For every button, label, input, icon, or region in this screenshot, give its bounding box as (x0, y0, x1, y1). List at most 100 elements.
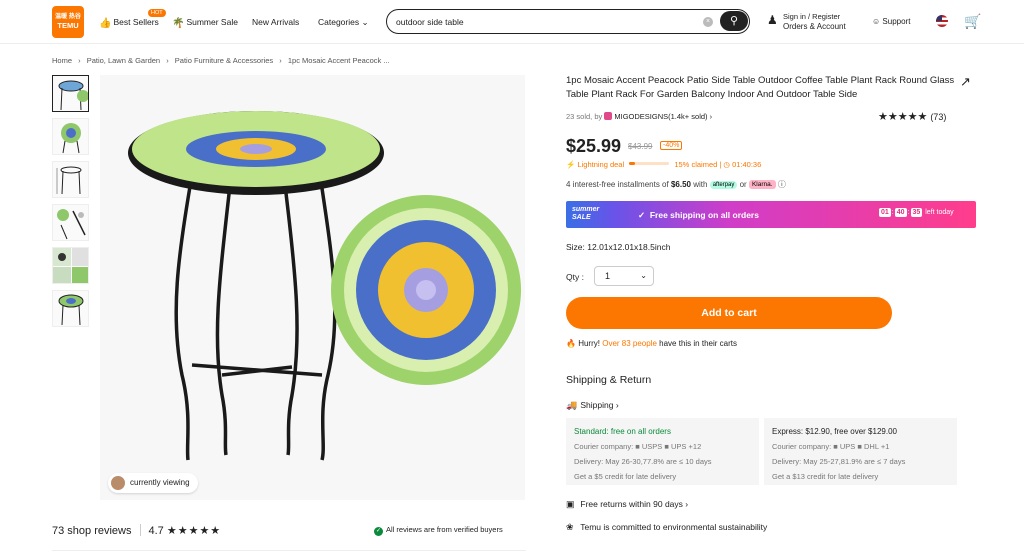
original-price: $43.99 (628, 142, 653, 151)
leaf-icon: ❀ (566, 522, 574, 532)
thumbnail-6[interactable] (52, 290, 89, 327)
current-price: $25.99 (566, 136, 622, 156)
user-icon: ♟ (767, 13, 778, 27)
verified-label: All reviews are from verified buyers (386, 525, 503, 534)
breadcrumb-patio-furniture[interactable]: Patio Furniture & Accessories (175, 56, 273, 65)
shipping-link[interactable]: 🚚 Shipping › (566, 400, 619, 411)
summer-sale-banner: summer SALE ✓ Free shipping on all order… (566, 201, 976, 228)
breadcrumb-home[interactable]: Home (52, 56, 72, 65)
lightning-deal-label: Lightning deal (577, 160, 625, 169)
support-link[interactable]: ☺ Support (872, 17, 910, 26)
lightning-deal: ⚡ Lightning deal 15% claimed | ◷ 01:40:3… (566, 160, 762, 169)
nav-best-sellers[interactable]: 👍 Best Sellers (99, 17, 159, 29)
afterpay-badge[interactable]: afterpay (709, 181, 738, 189)
qty-label: Qty : (566, 272, 584, 282)
avatar (111, 476, 125, 490)
claimed-progress-bar (629, 162, 670, 165)
installments: 4 interest-free installments of $6.50 wi… (566, 179, 786, 190)
rating-stars-icon: ★★★★★ (878, 111, 928, 123)
verified-reviews-note: ✓ All reviews are from verified buyers (374, 525, 503, 536)
support-icon: ☺ (872, 17, 881, 26)
thumbnail-3[interactable] (52, 161, 89, 198)
standard-delivery: Delivery: May 26-30,77.8% are ≤ 10 days (574, 457, 712, 466)
shop-rating-value: 4.7 (148, 525, 164, 537)
main-product-image[interactable] (100, 75, 525, 500)
logo-line1: 温暖 热谷 (55, 14, 81, 20)
claimed-label: 15% claimed (674, 160, 718, 169)
cart-icon[interactable]: 🛒 (964, 13, 981, 30)
thumbnail-1[interactable] (52, 75, 89, 112)
nav-new-arrivals-label: New Arrivals (252, 17, 300, 27)
shop-reviews-count[interactable]: 73 shop reviews (52, 525, 132, 537)
currently-viewing-label: currently viewing (130, 478, 190, 487)
thumbnail-assembly-image (57, 209, 86, 240)
breadcrumb: Home › Patio, Lawn & Garden › Patio Furn… (52, 56, 394, 65)
clock-icon: ◷ (723, 160, 730, 169)
claimed-progress-fill (629, 162, 636, 165)
nav-categories-label: Categories (318, 17, 360, 27)
thumbnail-4[interactable] (52, 204, 89, 241)
countdown-minutes: 40 (894, 208, 907, 217)
discount-badge: -40% (660, 141, 683, 150)
installment-amount: $6.50 (670, 180, 691, 189)
thumbnail-5[interactable] (52, 247, 89, 284)
rating-count: (73) (930, 112, 947, 122)
nav-categories[interactable]: Categories ⌄ (318, 17, 369, 28)
shop-reviews-summary: 73 shop reviews 4.7 ★★★★★ (52, 524, 221, 537)
breadcrumb-current: 1pc Mosaic Accent Peacock ... (287, 56, 390, 65)
search-button[interactable]: ⚲ (720, 11, 748, 31)
chevron-down-icon: ⌄ (640, 271, 647, 280)
standard-courier: Courier company: ■ USPS ■ UPS +12 (574, 442, 702, 451)
hurry-suffix: have this in their carts (659, 339, 737, 348)
thumbs-up-icon: 👍 (99, 18, 112, 29)
product-table-illustration (128, 111, 521, 461)
info-icon[interactable]: ⓘ (778, 180, 786, 189)
thumbnail-2[interactable] (52, 118, 89, 155)
logo-line2: TEMU (57, 21, 79, 30)
nav-new-arrivals[interactable]: New Arrivals (252, 17, 299, 27)
express-shipping-card: Express: $12.90, free over $129.00 Couri… (764, 418, 957, 485)
quantity-select[interactable]: 1 ⌄ (594, 266, 654, 286)
lightning-icon: ⚡ (566, 160, 576, 169)
clear-search-icon[interactable]: × (703, 17, 713, 27)
klarna-badge[interactable]: Klarna. (748, 180, 776, 189)
free-returns-label: Free returns within 90 days › (580, 499, 689, 509)
countdown-seconds: 35 (910, 208, 923, 217)
installments-with: with (693, 180, 708, 189)
account-menu[interactable]: ♟ Sign in / Register Orders & Account (767, 12, 846, 32)
rating-stars-icon: ★★★★★ (166, 525, 222, 537)
breadcrumb-separator: › (78, 56, 81, 65)
shop-icon (604, 112, 613, 120)
installments-prefix: 4 interest-free installments of (566, 180, 669, 189)
truck-icon: 🚚 (566, 400, 578, 410)
summer-sale-line1: summer (572, 206, 600, 213)
chevron-right-icon: › (709, 112, 713, 121)
free-returns-link[interactable]: ▣ Free returns within 90 days › (566, 499, 688, 510)
thumbnail-lifestyle-image (58, 294, 84, 326)
site-header: 温暖 热谷 TEMU 👍 Best Sellers HOT 🌴 Summer Sal… (0, 0, 1024, 44)
share-icon[interactable]: ↗ (960, 74, 971, 90)
shop-name-link[interactable]: MIGODESIGNS(1.4k+ sold) (614, 112, 707, 121)
standard-credit: Get a $5 credit for late delivery (574, 472, 677, 481)
sustainability-link[interactable]: ❀ Temu is committed to environmental sus… (566, 522, 767, 533)
search-bar: × ⚲ (386, 9, 750, 34)
express-credit: Get a $13 credit for late delivery (772, 472, 879, 481)
divider (52, 550, 526, 551)
hot-badge: HOT (148, 9, 166, 17)
search-icon: ⚲ (729, 15, 739, 27)
summer-sale-line2: SALE (572, 214, 591, 221)
temu-logo[interactable]: 温暖 热谷 TEMU (52, 6, 84, 38)
product-rating[interactable]: ★★★★★ (73) (878, 110, 946, 123)
size-label: Size: 12.01x12.01x18.5inch (566, 242, 671, 252)
search-input[interactable] (396, 15, 696, 28)
countdown-left-label: left today (925, 209, 954, 216)
palm-tree-icon: 🌴 (172, 18, 185, 29)
us-flag-icon[interactable] (936, 15, 948, 27)
add-to-cart-button[interactable]: Add to cart (566, 297, 892, 329)
countdown-timer: 01:40:35 left today (879, 208, 954, 217)
return-box-icon: ▣ (566, 499, 575, 509)
divider (139, 524, 141, 536)
nav-summer-sale[interactable]: 🌴 Summer Sale (172, 17, 238, 29)
sustainability-label: Temu is committed to environmental susta… (580, 522, 768, 532)
breadcrumb-patio[interactable]: Patio, Lawn & Garden (87, 56, 160, 65)
